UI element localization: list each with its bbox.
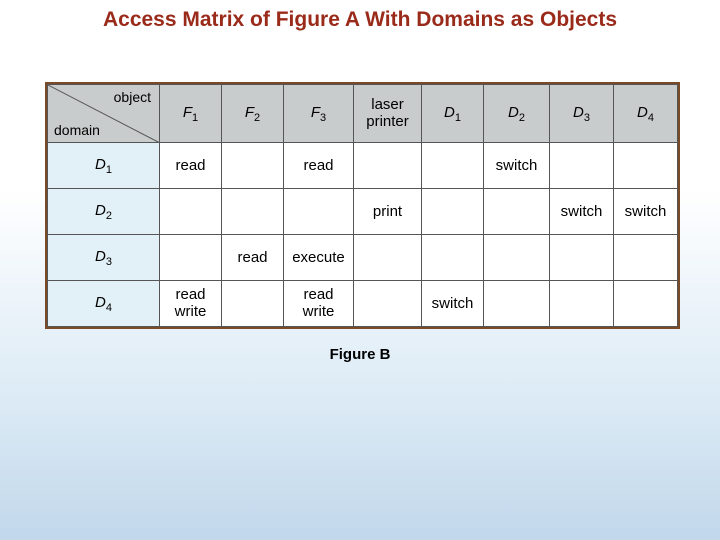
cell: read xyxy=(284,143,354,189)
cell xyxy=(614,235,678,281)
figure-caption: Figure B xyxy=(0,346,720,363)
table-row: D1 read read switch xyxy=(48,143,678,189)
row-header-d3: D3 xyxy=(48,235,160,281)
cell xyxy=(284,189,354,235)
cell xyxy=(484,235,550,281)
col-header-base: F xyxy=(183,104,192,121)
col-header-sub: 2 xyxy=(519,112,525,124)
cell xyxy=(354,235,422,281)
table-row: D3 read execute xyxy=(48,235,678,281)
cell: readwrite xyxy=(284,281,354,327)
col-header-d3: D3 xyxy=(550,85,614,143)
cell xyxy=(222,281,284,327)
col-header-d2: D2 xyxy=(484,85,550,143)
cell xyxy=(484,189,550,235)
cell: switch xyxy=(422,281,484,327)
row-header-d1: D1 xyxy=(48,143,160,189)
cell xyxy=(614,143,678,189)
col-header-base: D xyxy=(573,104,584,121)
row-header-base: D xyxy=(95,294,106,311)
row-header-base: D xyxy=(95,248,106,265)
cell xyxy=(550,235,614,281)
corner-domain-label: domain xyxy=(54,122,100,138)
cell xyxy=(160,235,222,281)
cell xyxy=(422,189,484,235)
row-header-sub: 1 xyxy=(106,164,112,176)
col-header-f1: F1 xyxy=(160,85,222,143)
cell: switch xyxy=(614,189,678,235)
cell xyxy=(614,281,678,327)
cell xyxy=(550,143,614,189)
cell: read xyxy=(222,235,284,281)
row-header-sub: 2 xyxy=(106,210,112,222)
col-header-text: laser xyxy=(371,96,404,113)
row-header-base: D xyxy=(95,202,106,219)
col-header-sub: 1 xyxy=(192,112,198,124)
col-header-text: printer xyxy=(366,113,409,130)
access-matrix-table: object domain F1 F2 F3 laser printer xyxy=(47,84,678,327)
cell xyxy=(160,189,222,235)
col-header-base: D xyxy=(637,104,648,121)
col-header-f2: F2 xyxy=(222,85,284,143)
cell xyxy=(354,281,422,327)
cell: readwrite xyxy=(160,281,222,327)
slide: Access Matrix of Figure A With Domains a… xyxy=(0,0,720,540)
cell: execute xyxy=(284,235,354,281)
col-header-base: D xyxy=(444,104,455,121)
col-header-d4: D4 xyxy=(614,85,678,143)
cell xyxy=(354,143,422,189)
row-header-d2: D2 xyxy=(48,189,160,235)
cell xyxy=(222,143,284,189)
cell xyxy=(484,281,550,327)
cell: switch xyxy=(550,189,614,235)
row-header-sub: 4 xyxy=(106,302,112,314)
table-row: D4 readwrite readwrite switch xyxy=(48,281,678,327)
col-header-base: F xyxy=(245,104,254,121)
table-row: D2 print switch switch xyxy=(48,189,678,235)
col-header-base: F xyxy=(311,104,320,121)
cell xyxy=(422,143,484,189)
col-header-sub: 4 xyxy=(648,112,654,124)
col-header-sub: 3 xyxy=(584,112,590,124)
corner-cell: object domain xyxy=(48,85,160,143)
col-header-base: D xyxy=(508,104,519,121)
corner-object-label: object xyxy=(114,89,151,105)
access-matrix: object domain F1 F2 F3 laser printer xyxy=(45,82,680,329)
col-header-printer: laser printer xyxy=(354,85,422,143)
cell: read xyxy=(160,143,222,189)
cell: switch xyxy=(484,143,550,189)
page-title: Access Matrix of Figure A With Domains a… xyxy=(0,8,720,32)
cell xyxy=(222,189,284,235)
cell: print xyxy=(354,189,422,235)
row-header-base: D xyxy=(95,156,106,173)
col-header-sub: 2 xyxy=(254,112,260,124)
col-header-f3: F3 xyxy=(284,85,354,143)
col-header-d1: D1 xyxy=(422,85,484,143)
cell xyxy=(550,281,614,327)
col-header-sub: 1 xyxy=(455,112,461,124)
header-row: object domain F1 F2 F3 laser printer xyxy=(48,85,678,143)
row-header-d4: D4 xyxy=(48,281,160,327)
col-header-sub: 3 xyxy=(320,112,326,124)
cell xyxy=(422,235,484,281)
row-header-sub: 3 xyxy=(106,256,112,268)
